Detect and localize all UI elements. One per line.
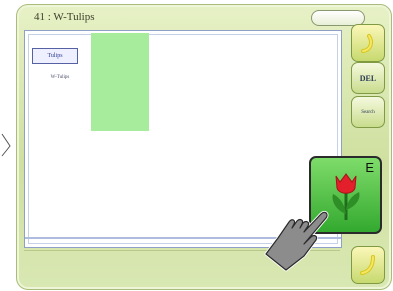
title-bar: 41 : W-Tulips [28,8,365,30]
info-lines: W-Tulips [30,74,90,81]
search-button[interactable]: Search [351,96,385,128]
scroll-down-button[interactable] [351,246,385,284]
page-title: 41 : W-Tulips [34,11,95,23]
selected-column[interactable] [91,33,149,131]
arrow-down-icon [360,255,375,275]
delete-button[interactable]: DEL [351,62,385,94]
pointing-hand-icon [264,210,329,272]
left-info: Tulips W-Tulips [30,48,90,81]
scroll-up-button[interactable] [351,24,385,62]
info-line: W-Tulips [50,75,70,80]
arrow-up-icon [361,34,373,53]
category-tag[interactable]: Tulips [32,48,78,64]
pointer-arrow [1,133,11,157]
